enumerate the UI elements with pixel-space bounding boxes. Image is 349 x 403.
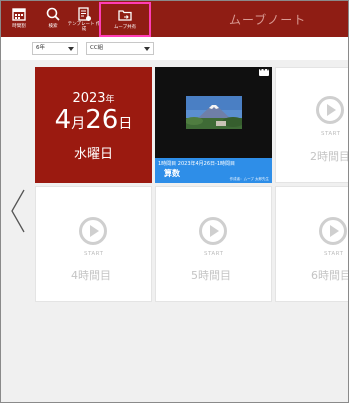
timetable-label: 時間割 <box>12 24 26 29</box>
day-value: 26 <box>85 105 119 135</box>
more-menu-button[interactable]: ••• <box>259 68 270 76</box>
lesson-tile-period-1[interactable]: ••• 1時間目 2023年4月26日-1時間目 算数 作成者：ムーブ 太郎先生 <box>155 67 272 183</box>
start-label: START <box>321 131 341 137</box>
timetable-grid: 2023年 4月26日 水曜日 ••• 1時間目 2023年4月26日-1時間目… <box>1 60 348 399</box>
search-icon <box>46 7 60 21</box>
calendar-icon <box>12 8 26 21</box>
move-share-label: ムーブ共有 <box>113 25 137 30</box>
grade-select[interactable]: 6年 <box>32 42 78 55</box>
class-value: CC組 <box>90 45 104 51</box>
move-share-button[interactable]: ムーブ共有 <box>99 2 151 37</box>
play-icon <box>199 217 227 245</box>
date-year: 2023年 <box>35 91 152 106</box>
class-select[interactable]: CC組 <box>86 42 154 55</box>
template-icon <box>78 7 91 21</box>
period-tile-5[interactable]: START 5時間目 <box>155 186 272 302</box>
year-unit: 年 <box>105 95 115 105</box>
play-icon <box>79 217 107 245</box>
template-create-label: テンプレート 作成 <box>67 22 101 32</box>
period-tile-6[interactable]: START 6時間目 <box>275 186 348 302</box>
grade-value: 6年 <box>36 45 45 51</box>
chevron-down-icon <box>68 47 74 51</box>
header-bar: 時間割 検索 テンプレート 作成 ムーブ共有 ムーブノート <box>1 1 348 37</box>
period-label: 5時間目 <box>191 269 231 282</box>
search-button[interactable]: 検索 <box>38 3 68 35</box>
previous-arrow-icon[interactable] <box>9 188 27 234</box>
chevron-down-icon <box>144 47 150 51</box>
lesson-period-date: 1時間目 2023年4月26日-1時間目 <box>158 161 236 167</box>
month-unit: 月 <box>71 116 86 132</box>
play-icon <box>319 217 347 245</box>
timetable-button[interactable]: 時間割 <box>4 3 34 35</box>
app-title: ムーブノート <box>229 13 307 27</box>
period-tile-4[interactable]: START 4時間目 <box>35 186 152 302</box>
day-unit: 日 <box>118 116 133 132</box>
lesson-author: 作成者：ムーブ 太郎先生 <box>229 177 269 181</box>
month-value: 4 <box>54 105 72 135</box>
share-folder-icon <box>118 10 132 21</box>
weekday: 水曜日 <box>73 147 113 162</box>
start-label: START <box>204 251 224 257</box>
filter-bar: 6年 CC組 <box>1 37 348 60</box>
period-label: 6時間目 <box>311 269 348 282</box>
date-month-day: 4月26日 <box>35 105 152 139</box>
template-create-button[interactable]: テンプレート 作成 <box>67 3 101 35</box>
period-label: 4時間目 <box>71 269 111 282</box>
start-label: START <box>84 251 104 257</box>
mountain-thumbnail <box>186 96 242 129</box>
date-tile: 2023年 4月26日 水曜日 <box>35 67 152 183</box>
start-label: START <box>324 251 344 257</box>
play-icon <box>316 96 344 124</box>
period-tile-2[interactable]: START 2時間目 <box>275 67 348 183</box>
lesson-info-bar: 1時間目 2023年4月26日-1時間目 算数 作成者：ムーブ 太郎先生 <box>155 158 272 183</box>
year-value: 2023 <box>72 91 106 106</box>
period-label: 2時間目 <box>310 150 348 163</box>
lesson-subject: 算数 <box>164 169 180 178</box>
